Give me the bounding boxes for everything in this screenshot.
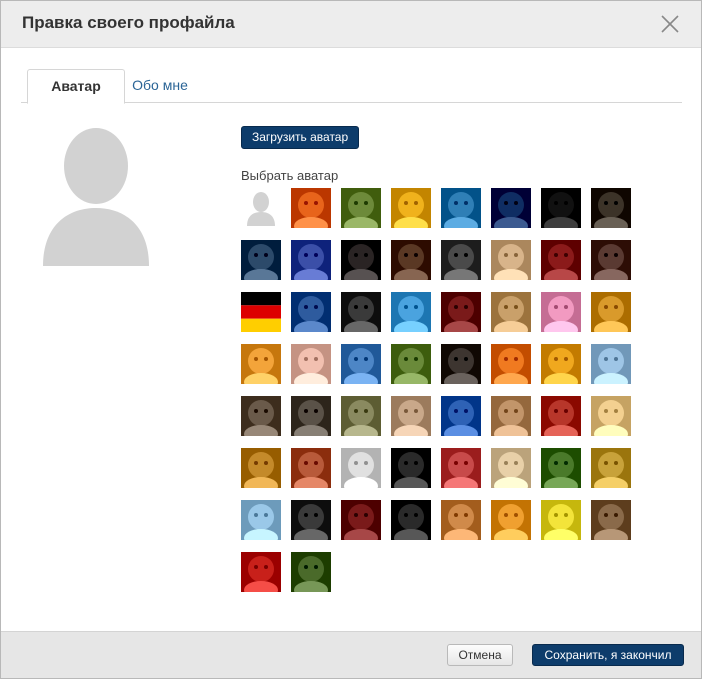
choose-avatar-label: Выбрать аватар [241, 168, 339, 183]
avatar-option-anime-girl-dark[interactable] [291, 500, 331, 540]
avatar-option-dark-portrait[interactable] [341, 240, 381, 280]
avatar-option-mustache-man[interactable] [441, 240, 481, 280]
avatar-option-goldfish[interactable] [441, 188, 481, 228]
save-finished-button[interactable]: Сохранить, я закончил [532, 644, 684, 666]
avatar-option-earth[interactable] [491, 188, 531, 228]
avatar-option-goku[interactable] [241, 344, 281, 384]
avatar-option-beer-mug[interactable] [541, 344, 581, 384]
dialog-title: Правка своего профайла [22, 13, 235, 32]
avatar-option-handprint[interactable] [541, 188, 581, 228]
avatar-option-asian-man[interactable] [391, 500, 431, 540]
avatar-option-game-woman[interactable] [591, 240, 631, 280]
avatar-option-old-man[interactable] [241, 396, 281, 436]
current-avatar-placeholder [39, 126, 153, 268]
avatar-option-link-cartoon[interactable] [291, 552, 331, 592]
avatar-option-german-flag[interactable] [241, 292, 281, 332]
avatar-option-dog[interactable] [341, 188, 381, 228]
avatar-option-heisenberg[interactable] [591, 448, 631, 488]
avatar-option-kirby[interactable] [541, 292, 581, 332]
avatar-option-cucumbers[interactable] [541, 448, 581, 488]
avatar-option-poster-sunset[interactable] [241, 240, 281, 280]
avatar-option-bearded-man[interactable] [441, 344, 481, 384]
avatar-option-spongebob[interactable] [541, 500, 581, 540]
avatar-option-robot-frog[interactable] [341, 396, 381, 436]
avatar-option-microphone-stage[interactable] [541, 240, 581, 280]
avatar-option-mario[interactable] [241, 552, 281, 592]
avatar-option-paper-craft[interactable] [241, 500, 281, 540]
avatar-option-anime-redhead[interactable] [441, 448, 481, 488]
avatar-option-assassin[interactable] [291, 396, 331, 436]
avatar-option-blonde-pop[interactable] [491, 240, 531, 280]
avatar-option-winnie-pooh[interactable] [591, 292, 631, 332]
avatar-option-spaceship[interactable] [341, 500, 381, 540]
upload-avatar-button[interactable]: Загрузить аватар [241, 126, 360, 149]
avatar-option-cat[interactable] [441, 500, 481, 540]
avatar-option-wrestler[interactable] [291, 240, 331, 280]
avatar-option-thomas-train[interactable] [341, 344, 381, 384]
tab-about-me[interactable]: Обо мне [120, 69, 200, 101]
avatar-option-tiger-cartoon[interactable] [491, 500, 531, 540]
avatar-option-bomberman[interactable] [341, 448, 381, 488]
avatar-option-star-face[interactable] [291, 188, 331, 228]
avatar-option-bird-cartoon[interactable] [441, 396, 481, 436]
avatar-option-sackboy[interactable] [591, 500, 631, 540]
avatar-option-south-park-kid[interactable] [591, 396, 631, 436]
avatar-option-smiling-man[interactable] [291, 448, 331, 488]
avatar-option-lorax[interactable] [491, 344, 531, 384]
avatar-option-cowboy[interactable] [391, 240, 431, 280]
profile-tabs: Аватар Обо мне [21, 69, 682, 104]
avatar-option-red-helmet[interactable] [441, 292, 481, 332]
avatar-option-puss-in-boots[interactable] [241, 448, 281, 488]
avatar-option-link-elf[interactable] [391, 344, 431, 384]
avatar-option-football-player[interactable] [291, 292, 331, 332]
avatar-option-penguin[interactable] [591, 344, 631, 384]
avatar-option-eye-closeup[interactable] [491, 292, 531, 332]
avatar-option-ape[interactable] [591, 188, 631, 228]
avatar-option-smurf[interactable] [391, 292, 431, 332]
avatar-option-blonde-girl[interactable] [491, 448, 531, 488]
avatar-option-snake-soldier[interactable] [341, 292, 381, 332]
dialog-header: Правка своего профайла [1, 1, 701, 48]
avatar-option-noir-gunman[interactable] [391, 448, 431, 488]
edit-profile-dialog: Правка своего профайла Аватар Обо мне За… [0, 0, 702, 679]
avatar-option-boy-smiling[interactable] [491, 396, 531, 436]
avatar-option-screaming-woman[interactable] [391, 396, 431, 436]
tab-avatar[interactable]: Аватар [27, 69, 125, 104]
cancel-button[interactable]: Отмена [447, 644, 513, 666]
avatar-option-flower[interactable] [391, 188, 431, 228]
dialog-footer: Отмена Сохранить, я закончил [1, 631, 701, 678]
close-icon[interactable] [659, 13, 681, 35]
avatar-option-baby[interactable] [291, 344, 331, 384]
avatar-option-default-silhouette[interactable] [241, 188, 281, 228]
avatar-option-superhero-figure[interactable] [541, 396, 581, 436]
